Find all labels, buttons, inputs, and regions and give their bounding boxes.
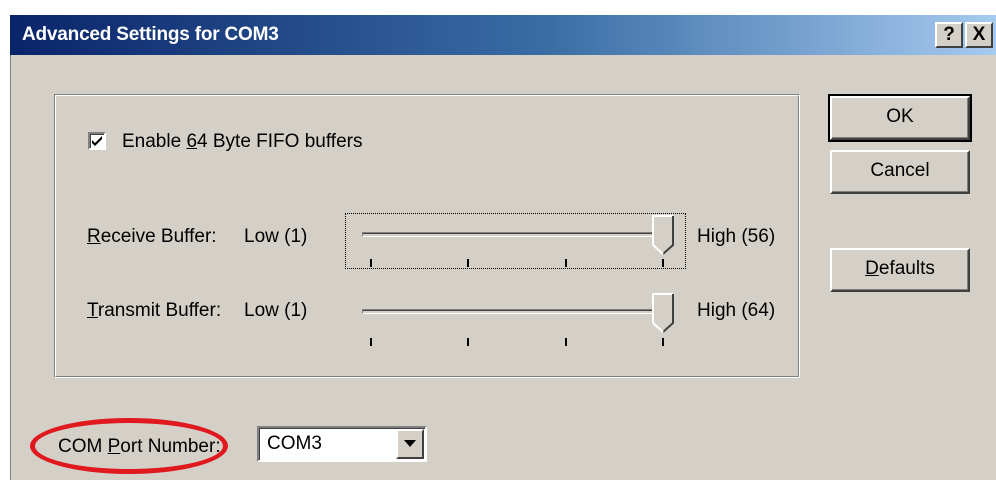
transmit-tick	[370, 338, 372, 346]
receive-tick	[370, 259, 372, 267]
help-icon: ?	[943, 24, 955, 45]
close-icon: X	[972, 24, 986, 45]
cancel-button[interactable]: Cancel	[830, 150, 970, 194]
chevron-down-icon	[404, 440, 416, 447]
receive-tick	[662, 259, 664, 267]
checkmark-icon	[92, 136, 102, 146]
transmit-tick	[467, 338, 469, 346]
receive-low-label: Low (1)	[244, 226, 308, 247]
receive-tick	[565, 259, 567, 267]
transmit-low-label: Low (1)	[244, 300, 308, 321]
receive-slider-thumb[interactable]	[652, 215, 674, 255]
transmit-buffer-label: Transmit Buffer:	[87, 300, 222, 321]
title-bar[interactable]: Advanced Settings for COM3 ? X	[10, 15, 996, 55]
dropdown-button[interactable]	[396, 429, 424, 459]
transmit-slider-track[interactable]	[362, 309, 674, 314]
transmit-high-label: High (64)	[697, 300, 776, 321]
receive-tick	[467, 259, 469, 267]
transmit-tick	[565, 338, 567, 346]
fifo-checkbox[interactable]	[88, 132, 106, 150]
com-port-select[interactable]: COM3	[257, 426, 427, 462]
com-port-value: COM3	[267, 433, 322, 454]
receive-high-label: High (56)	[697, 226, 776, 247]
highlight-annotation	[30, 418, 228, 474]
close-button[interactable]: X	[965, 22, 993, 48]
transmit-slider-thumb[interactable]	[652, 293, 674, 333]
receive-focus-rect	[345, 213, 686, 269]
help-button[interactable]: ?	[935, 22, 963, 48]
transmit-tick	[662, 338, 664, 346]
defaults-button[interactable]: Defaults	[830, 248, 970, 292]
window-title: Advanced Settings for COM3	[22, 24, 279, 45]
ok-button[interactable]: OK	[828, 94, 972, 142]
receive-slider-track[interactable]	[362, 232, 674, 237]
receive-buffer-label: Receive Buffer:	[87, 226, 217, 247]
fifo-label[interactable]: Enable 64 Byte FIFO buffers	[122, 131, 362, 153]
